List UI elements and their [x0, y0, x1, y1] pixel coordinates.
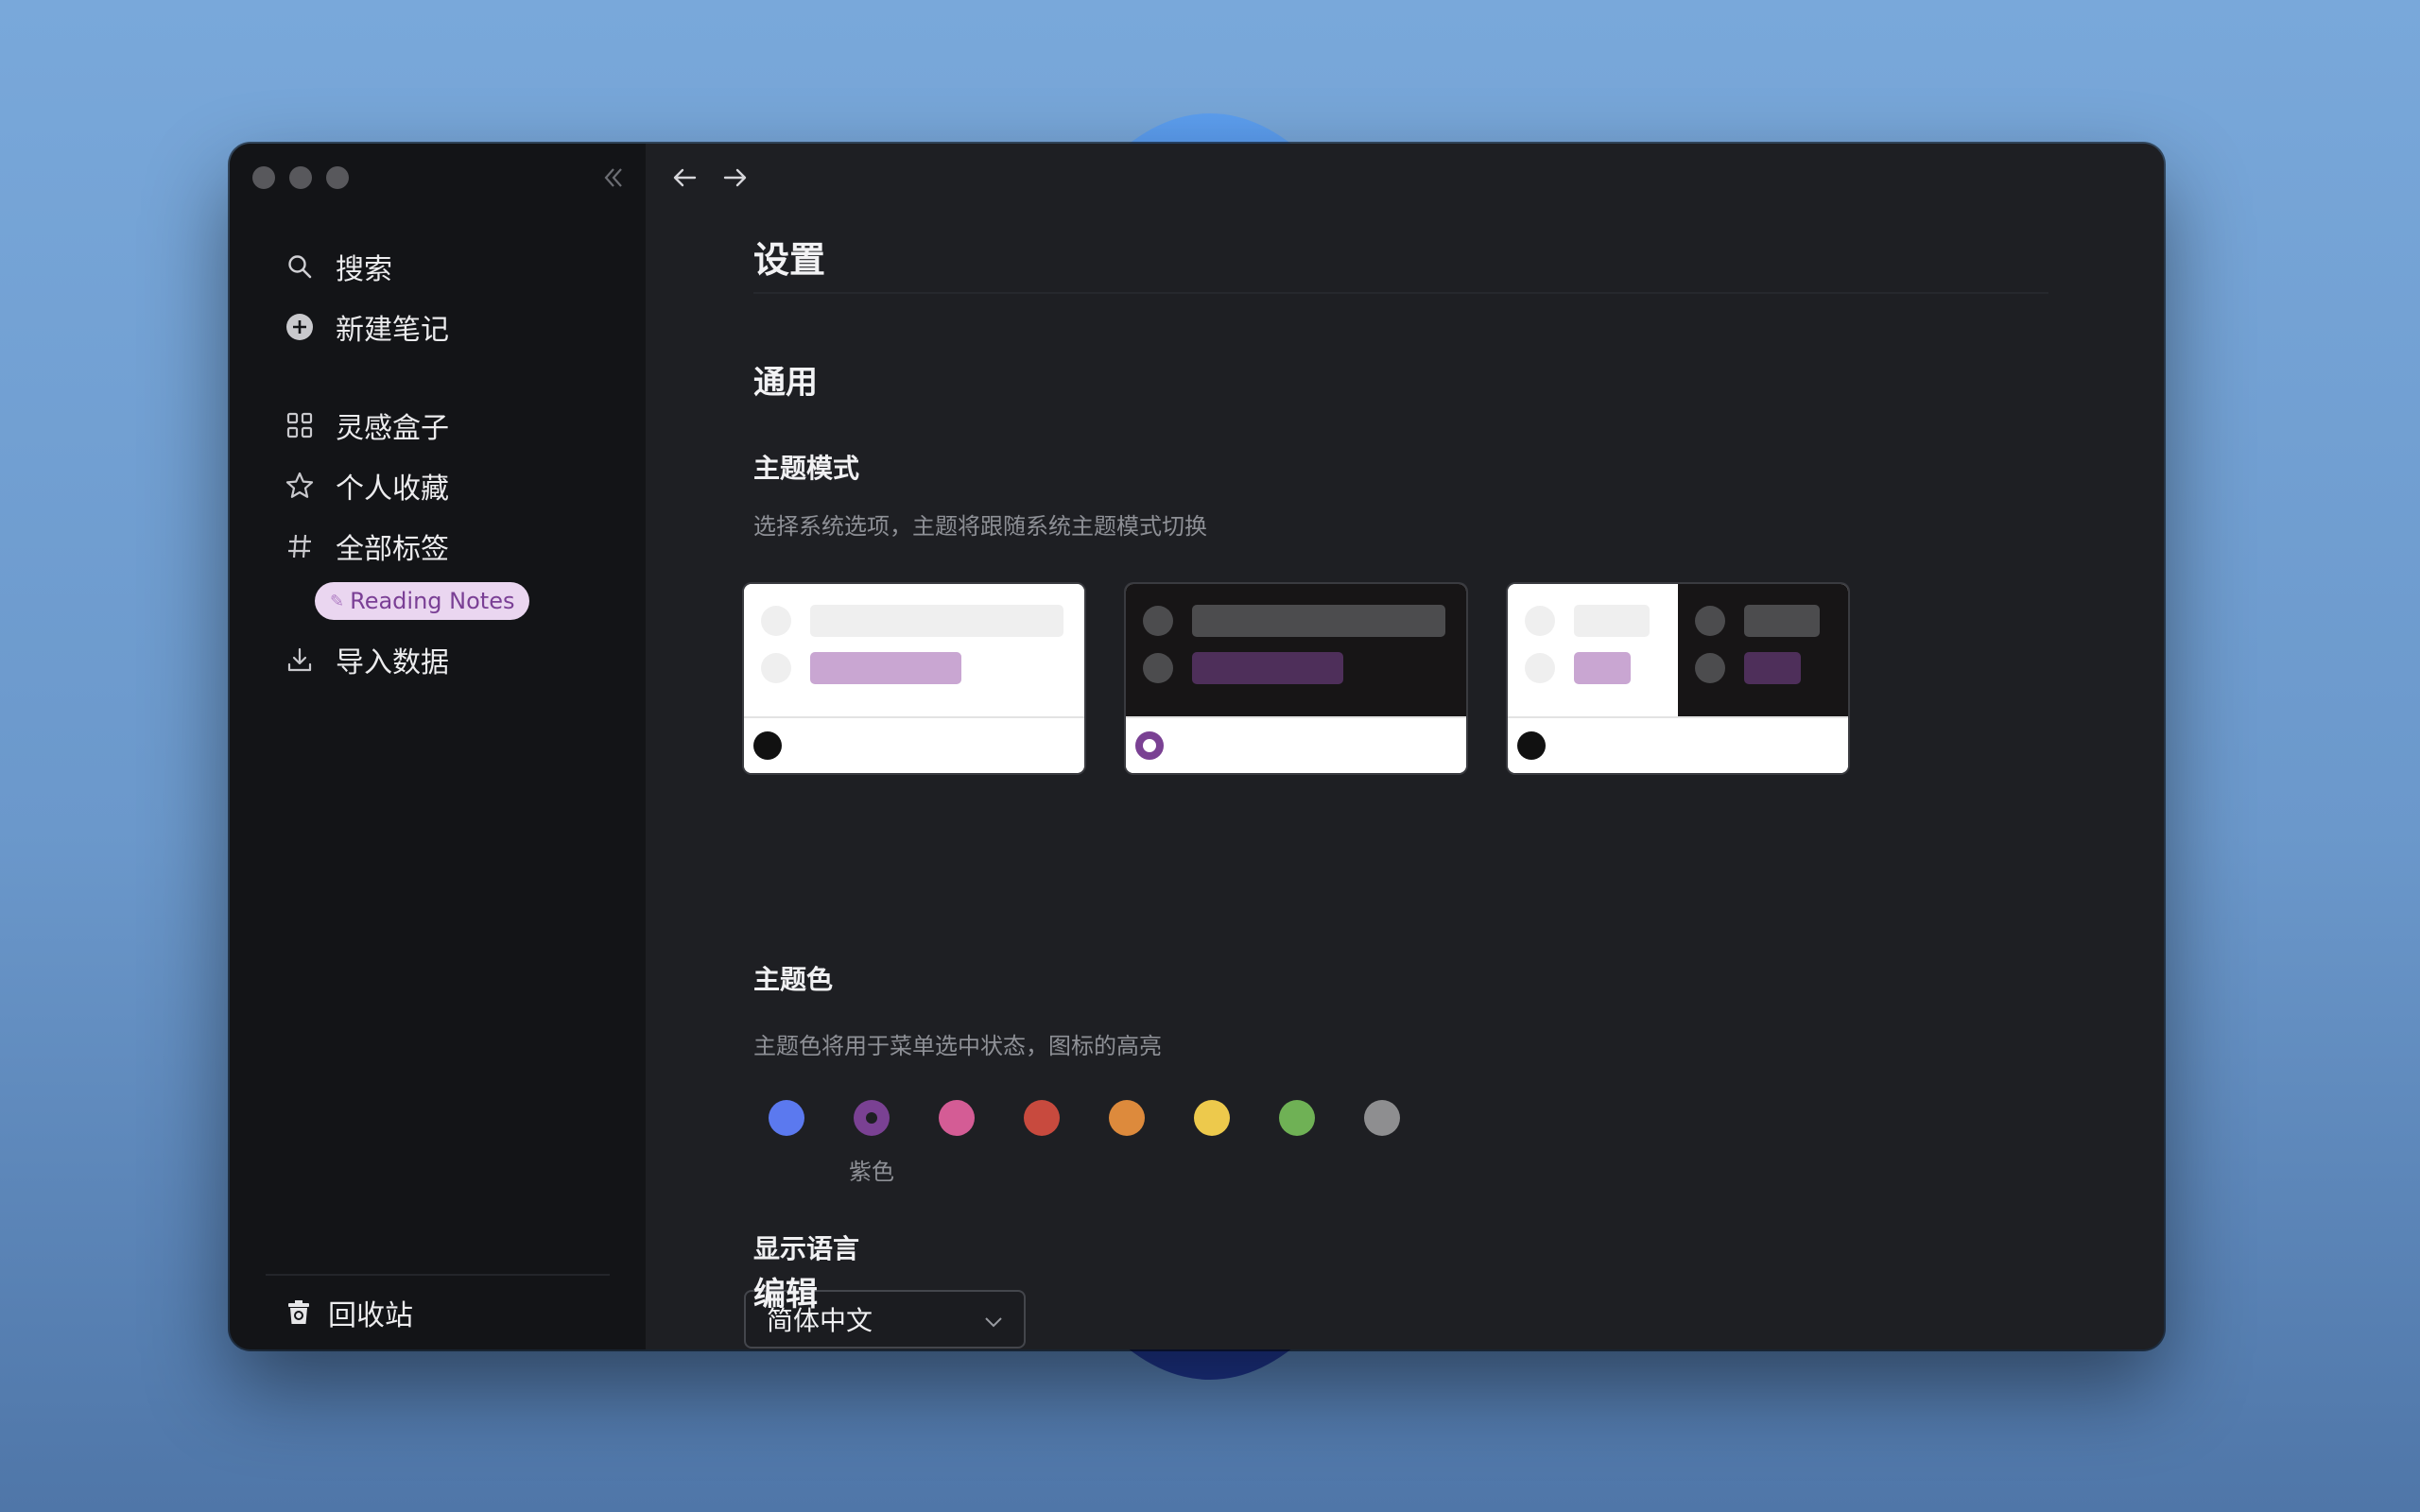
sidebar-item-label: 搜索 [336, 253, 392, 286]
color-swatch-item: 紫色 [838, 1100, 924, 1194]
sidebar-item-search[interactable]: 搜索 [283, 236, 529, 297]
page-title: 设置 [753, 239, 826, 281]
color-swatch-item [1264, 1100, 1349, 1194]
color-swatch-item [753, 1100, 838, 1194]
color-swatch[interactable] [1109, 1100, 1145, 1136]
sidebar-item-label: 全部标签 [336, 533, 449, 566]
sidebar-item-all-tags[interactable]: 全部标签 [283, 516, 529, 576]
theme-option-system[interactable] [1508, 584, 1848, 773]
star-icon [283, 469, 317, 503]
theme-color-label: 主题色 [753, 964, 834, 995]
plus-circle-icon [283, 310, 317, 344]
theme-radio-dark-selected[interactable] [1135, 731, 1164, 760]
sidebar-item-label: 新建笔记 [336, 314, 449, 347]
section-heading-edit: 编辑 [753, 1276, 818, 1314]
hash-icon [283, 529, 317, 563]
sidebar-divider [266, 1274, 610, 1276]
section-heading-general: 通用 [753, 364, 818, 402]
color-swatch[interactable] [939, 1100, 975, 1136]
theme-radio-light[interactable] [753, 731, 782, 760]
color-swatch-selected[interactable] [854, 1100, 890, 1136]
back-arrow-icon[interactable] [668, 161, 702, 195]
tag-reading-notes[interactable]: ✎ Reading Notes [315, 582, 530, 620]
history-nav [668, 161, 752, 195]
theme-preview-light [744, 584, 1084, 716]
color-swatch[interactable] [1194, 1100, 1230, 1136]
settings-content: 设置 通用 主题模式 选择系统选项，主题将跟随系统主题模式切换 主题色 主题色将… [744, 144, 2164, 1349]
collapse-sidebar-icon[interactable] [598, 163, 629, 193]
theme-color-swatches: 紫色 [753, 1100, 1434, 1194]
forward-arrow-icon[interactable] [717, 161, 752, 195]
color-swatch-item [924, 1100, 1009, 1194]
color-swatch-item [1009, 1100, 1094, 1194]
color-swatch-item [1349, 1100, 1434, 1194]
sidebar-item-inspiration-box[interactable]: 灵感盒子 [283, 395, 529, 455]
theme-color-description: 主题色将用于菜单选中状态，图标的高亮 [753, 1033, 1162, 1059]
theme-option-light[interactable] [744, 584, 1084, 773]
color-swatch[interactable] [1024, 1100, 1060, 1136]
theme-option-footer [744, 716, 1084, 773]
color-swatch-label: 紫色 [849, 1159, 894, 1185]
selected-indicator-icon [866, 1112, 877, 1124]
sidebar-item-label: 个人收藏 [336, 472, 449, 506]
color-swatch-item [1094, 1100, 1179, 1194]
title-divider [753, 292, 2048, 294]
chevron-down-icon [982, 1309, 1005, 1332]
color-swatch[interactable] [1279, 1100, 1315, 1136]
sidebar-item-import[interactable]: 导入数据 [283, 629, 529, 690]
trash-icon [285, 1298, 313, 1327]
color-swatch[interactable] [1364, 1100, 1400, 1136]
language-label: 显示语言 [753, 1233, 860, 1264]
sidebar-nav: 搜索 新建笔记 灵感盒子 个人收藏 全部标签 ✎ Reading Notes 导… [283, 236, 530, 690]
grid-icon [283, 408, 317, 442]
maximize-window-button[interactable] [326, 166, 349, 189]
theme-mode-description: 选择系统选项，主题将跟随系统主题模式切换 [753, 513, 1207, 540]
color-swatch-item [1179, 1100, 1264, 1194]
sidebar-item-label: 导入数据 [336, 646, 449, 679]
theme-preview-system [1508, 584, 1848, 716]
theme-option-footer [1508, 716, 1848, 773]
pencil-icon: ✎ [330, 591, 345, 611]
search-icon [283, 249, 317, 284]
color-swatch[interactable] [769, 1100, 804, 1136]
sidebar-item-label: 回收站 [328, 1299, 413, 1332]
theme-option-footer [1126, 716, 1466, 773]
theme-option-dark[interactable] [1126, 584, 1466, 773]
sidebar-item-favorites[interactable]: 个人收藏 [283, 455, 529, 516]
main-panel: 设置 通用 主题模式 选择系统选项，主题将跟随系统主题模式切换 主题色 主题色将… [646, 144, 2164, 1349]
close-window-button[interactable] [252, 166, 275, 189]
theme-preview-dark [1126, 584, 1466, 716]
sidebar-item-label: 灵感盒子 [336, 412, 449, 445]
sidebar-item-new-note[interactable]: 新建笔记 [283, 297, 529, 357]
theme-mode-label: 主题模式 [753, 453, 860, 484]
theme-radio-system[interactable] [1517, 731, 1546, 760]
download-icon [283, 643, 317, 677]
sidebar-item-trash[interactable]: 回收站 [285, 1289, 413, 1336]
minimize-window-button[interactable] [289, 166, 312, 189]
app-window: 搜索 新建笔记 灵感盒子 个人收藏 全部标签 ✎ Reading Notes 导… [230, 144, 2164, 1349]
window-controls [252, 166, 349, 189]
tag-label: Reading Notes [350, 588, 515, 614]
sidebar: 搜索 新建笔记 灵感盒子 个人收藏 全部标签 ✎ Reading Notes 导… [230, 144, 646, 1349]
